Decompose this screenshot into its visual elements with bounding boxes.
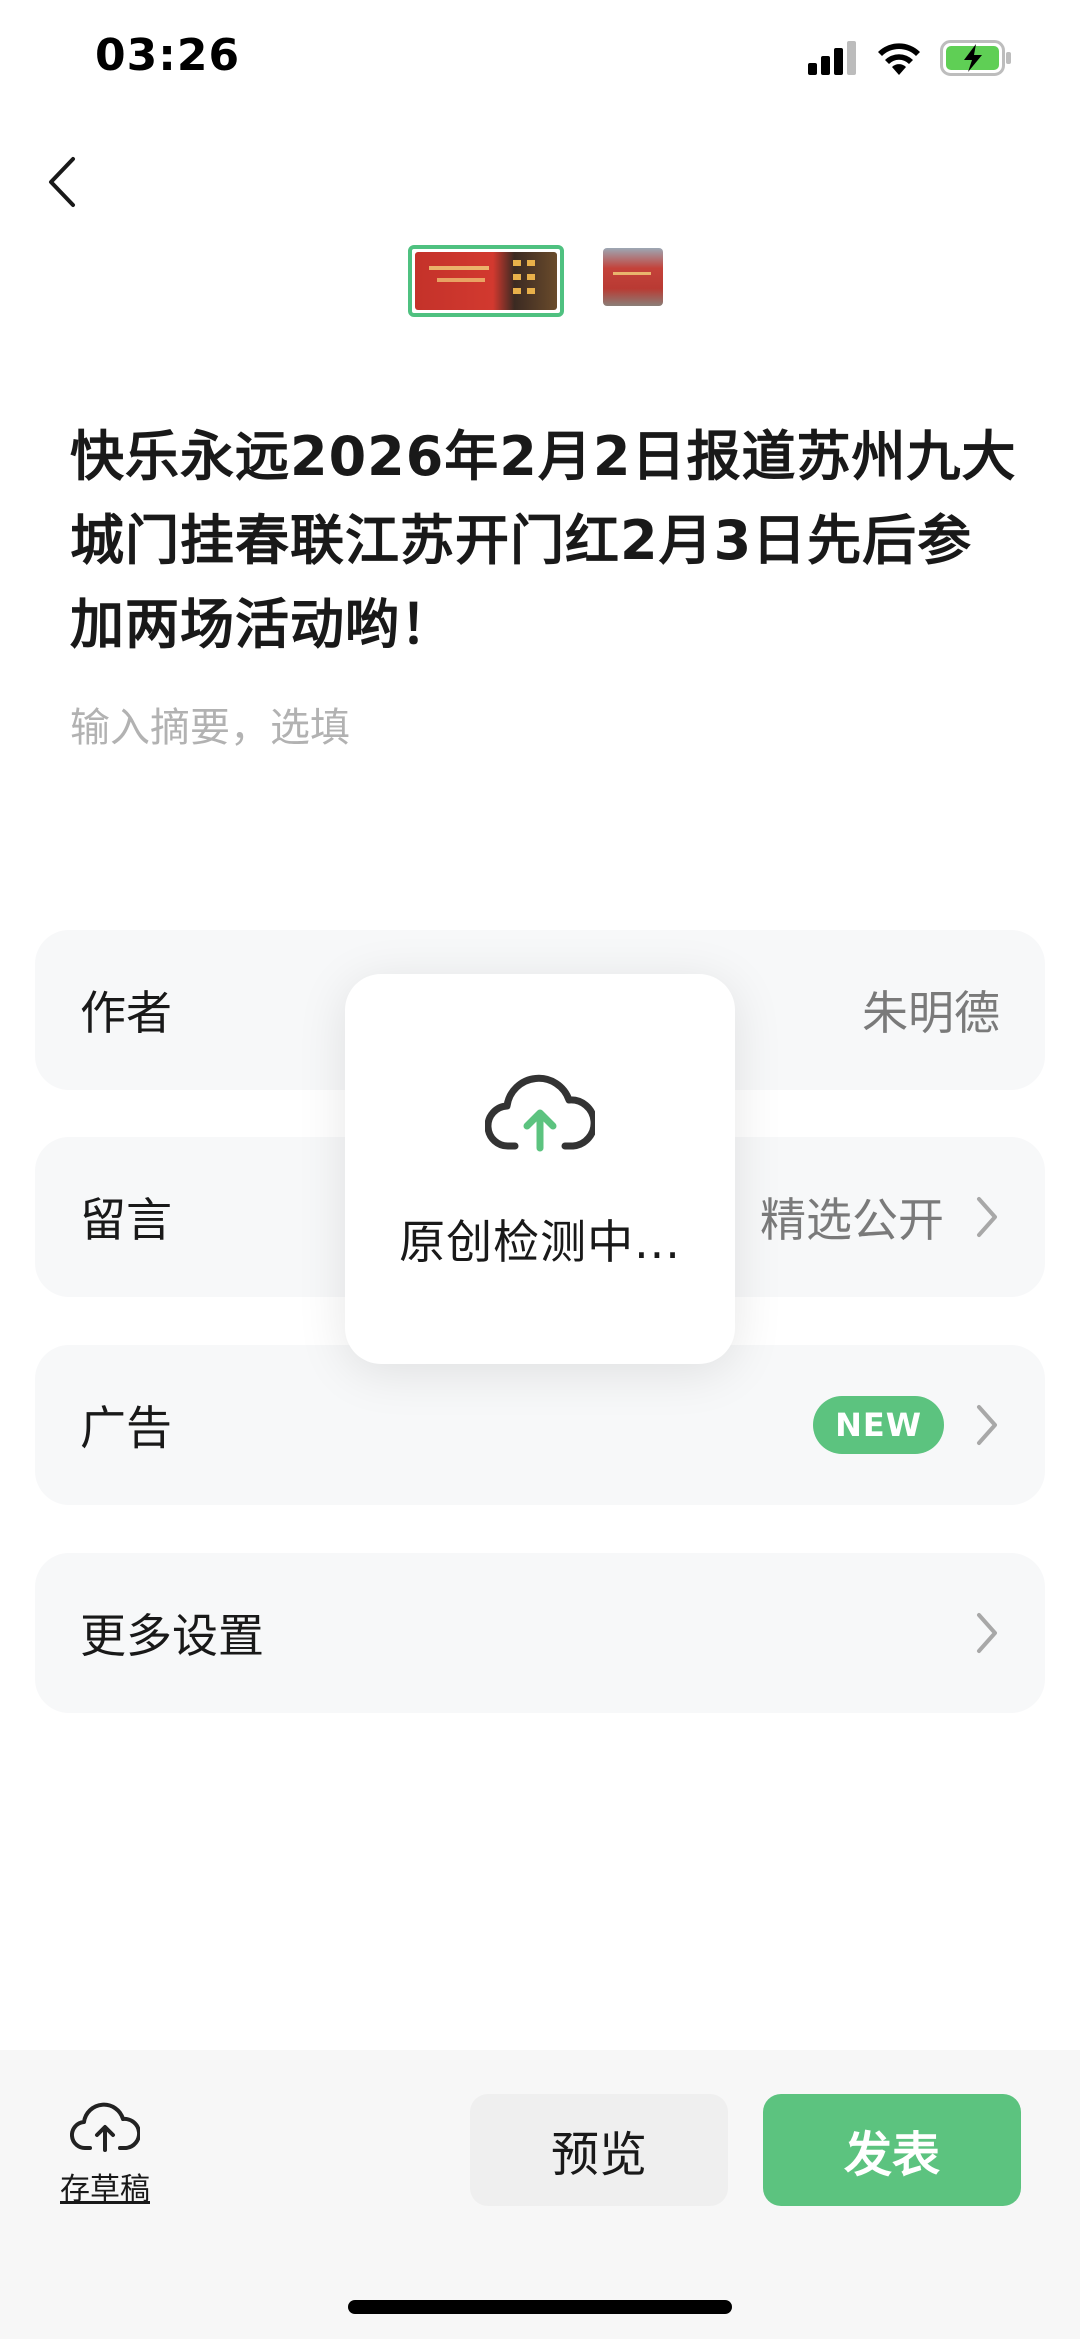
publish-button[interactable]: 发表 xyxy=(763,2094,1021,2206)
setting-author-label: 作者 xyxy=(80,986,172,1040)
cover-thumbnail[interactable] xyxy=(603,248,663,306)
home-indicator xyxy=(348,2300,732,2314)
setting-more[interactable]: 更多设置 xyxy=(35,1553,1045,1713)
status-time: 03:26 xyxy=(95,30,241,81)
cover-thumbnails xyxy=(0,245,1080,317)
battery-charging-icon xyxy=(940,40,1011,76)
save-draft-button[interactable]: 存草稿 xyxy=(55,2100,155,2208)
chevron-right-icon xyxy=(977,1197,997,1237)
toast-text: 原创检测中... xyxy=(399,1215,681,1269)
save-draft-label: 存草稿 xyxy=(60,2172,150,2207)
setting-comment-label: 留言 xyxy=(80,1193,172,1247)
cover-thumbnail-selected[interactable] xyxy=(408,245,564,317)
chevron-right-icon xyxy=(977,1405,997,1445)
setting-ads[interactable]: 广告 NEW xyxy=(35,1345,1045,1505)
article-title[interactable]: 快乐永远2026年2月2日报道苏州九大城门挂春联江苏开门红2月3日先后参加两场活… xyxy=(70,415,1020,667)
originality-check-toast: 原创检测中... xyxy=(345,974,735,1364)
back-button[interactable] xyxy=(40,150,84,214)
setting-author-value: 朱明德 xyxy=(862,986,1000,1040)
setting-ads-label: 广告 xyxy=(80,1401,172,1455)
chevron-left-icon xyxy=(49,157,75,207)
cover-image xyxy=(415,252,557,310)
chevron-right-icon xyxy=(977,1613,997,1653)
wifi-icon xyxy=(878,43,920,75)
cloud-upload-icon xyxy=(70,2102,140,2152)
status-icons xyxy=(808,40,1012,76)
status-bar: 03:26 xyxy=(0,0,1080,120)
summary-input[interactable]: 输入摘要，选填 xyxy=(70,695,970,755)
setting-more-label: 更多设置 xyxy=(80,1609,264,1663)
preview-button[interactable]: 预览 xyxy=(470,2094,728,2206)
cloud-upload-icon xyxy=(485,1074,595,1152)
setting-comment-value: 精选公开 xyxy=(760,1193,944,1247)
new-badge: NEW xyxy=(813,1396,944,1454)
signal-icon xyxy=(808,41,856,75)
